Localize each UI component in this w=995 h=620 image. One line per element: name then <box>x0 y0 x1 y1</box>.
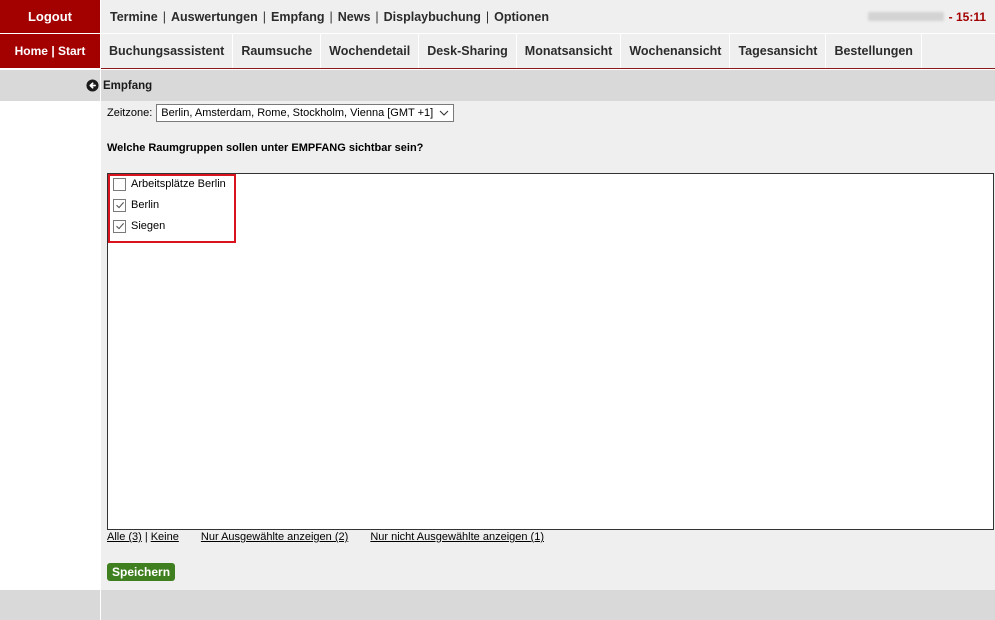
tab-bestellungen[interactable]: Bestellungen <box>826 34 922 68</box>
page-title: Empfang <box>103 79 153 92</box>
nav-link-displaybuchung[interactable]: Displaybuchung <box>384 10 481 24</box>
circle-arrow-left-icon[interactable] <box>86 79 99 92</box>
top-navigation: Termine | Auswertungen | Empfang | News | Displa… <box>101 0 995 33</box>
tab-wochenansicht[interactable]: Wochenansicht <box>621 34 731 68</box>
tab-buchungsassistent[interactable]: Buchungsassistent <box>101 34 234 68</box>
tab-wochendetail[interactable]: Wochendetail <box>321 34 420 68</box>
page-header: Empfang <box>86 70 995 101</box>
room-group-label: Siegen <box>131 220 166 232</box>
logout-button[interactable]: Logout <box>0 0 100 33</box>
time-dash: - <box>948 9 956 24</box>
tab-tagesansicht[interactable]: Tagesansicht <box>730 34 827 68</box>
filter-separator: | <box>144 531 148 543</box>
nav-link-auswertungen[interactable]: Auswertungen <box>171 10 258 24</box>
left-column: Logout Home | Start <box>0 0 100 620</box>
save-button[interactable]: Speichern <box>107 563 176 581</box>
checkbox[interactable] <box>113 198 126 212</box>
filter-links: Alle (3) | Keine Nur Ausgewählte anzeigen … <box>107 531 544 543</box>
current-time: 15:11 <box>955 9 986 24</box>
main-content: Zeitzone: Berlin, Amsterdam, Rome, Stock… <box>101 101 995 590</box>
tab-bar: Buchungsassistent Raumsuche Wochendetail… <box>101 34 995 69</box>
redacted-user-name <box>867 12 944 21</box>
tab-monatsansicht[interactable]: Monatsansicht <box>516 34 622 68</box>
left-footer-spacer <box>0 590 100 620</box>
checkbox[interactable] <box>113 219 126 233</box>
nav-link-optionen[interactable]: Optionen <box>494 10 549 24</box>
show-selected-link[interactable]: Nur Ausgewählte anzeigen (2) <box>201 531 348 543</box>
timezone-value: Berlin, Amsterdam, Rome, Stockholm, Vien… <box>161 107 434 119</box>
tab-desk-sharing[interactable]: Desk-Sharing <box>419 34 517 68</box>
room-group-item[interactable]: Arbeitsplätze Berlin <box>113 176 226 192</box>
checkbox[interactable] <box>113 177 126 191</box>
home-start-button[interactable]: Home | Start <box>0 34 100 68</box>
footer-bar <box>101 590 995 620</box>
room-group-label: Berlin <box>131 199 160 211</box>
timezone-label: Zeitzone: <box>107 107 153 119</box>
timezone-select[interactable]: Berlin, Amsterdam, Rome, Stockholm, Vien… <box>156 104 455 122</box>
top-links: Termine | Auswertungen | Empfang | News | Displa… <box>110 10 549 24</box>
question-text: Welche Raumgruppen sollen unter EMPFANG … <box>107 142 424 154</box>
show-unselected-link[interactable]: Nur nicht Ausgewählte anzeigen (1) <box>370 531 544 543</box>
select-all-link[interactable]: Alle (3) <box>107 531 142 543</box>
user-info: - 15:11 <box>867 0 986 33</box>
chevron-down-icon <box>439 110 449 116</box>
nav-separator: | <box>262 9 267 24</box>
nav-link-news[interactable]: News <box>338 10 371 24</box>
room-group-item[interactable]: Siegen <box>113 218 165 234</box>
nav-separator: | <box>375 9 379 24</box>
room-group-item[interactable]: Berlin <box>113 197 159 213</box>
check-icon <box>115 223 124 230</box>
check-icon <box>115 202 124 209</box>
nav-separator: | <box>485 9 490 24</box>
room-group-label: Arbeitsplätze Berlin <box>131 178 226 190</box>
room-group-list[interactable]: Arbeitsplätze Berlin Berlin Siegen <box>107 173 994 530</box>
nav-separator: | <box>162 9 166 24</box>
nav-separator: | <box>329 9 333 24</box>
tab-raumsuche[interactable]: Raumsuche <box>233 34 322 68</box>
nav-link-empfang[interactable]: Empfang <box>271 10 324 24</box>
select-none-link[interactable]: Keine <box>151 531 179 543</box>
timezone-row: Zeitzone: Berlin, Amsterdam, Rome, Stock… <box>107 104 455 122</box>
nav-link-termine[interactable]: Termine <box>110 10 158 24</box>
left-header-spacer <box>0 70 100 101</box>
